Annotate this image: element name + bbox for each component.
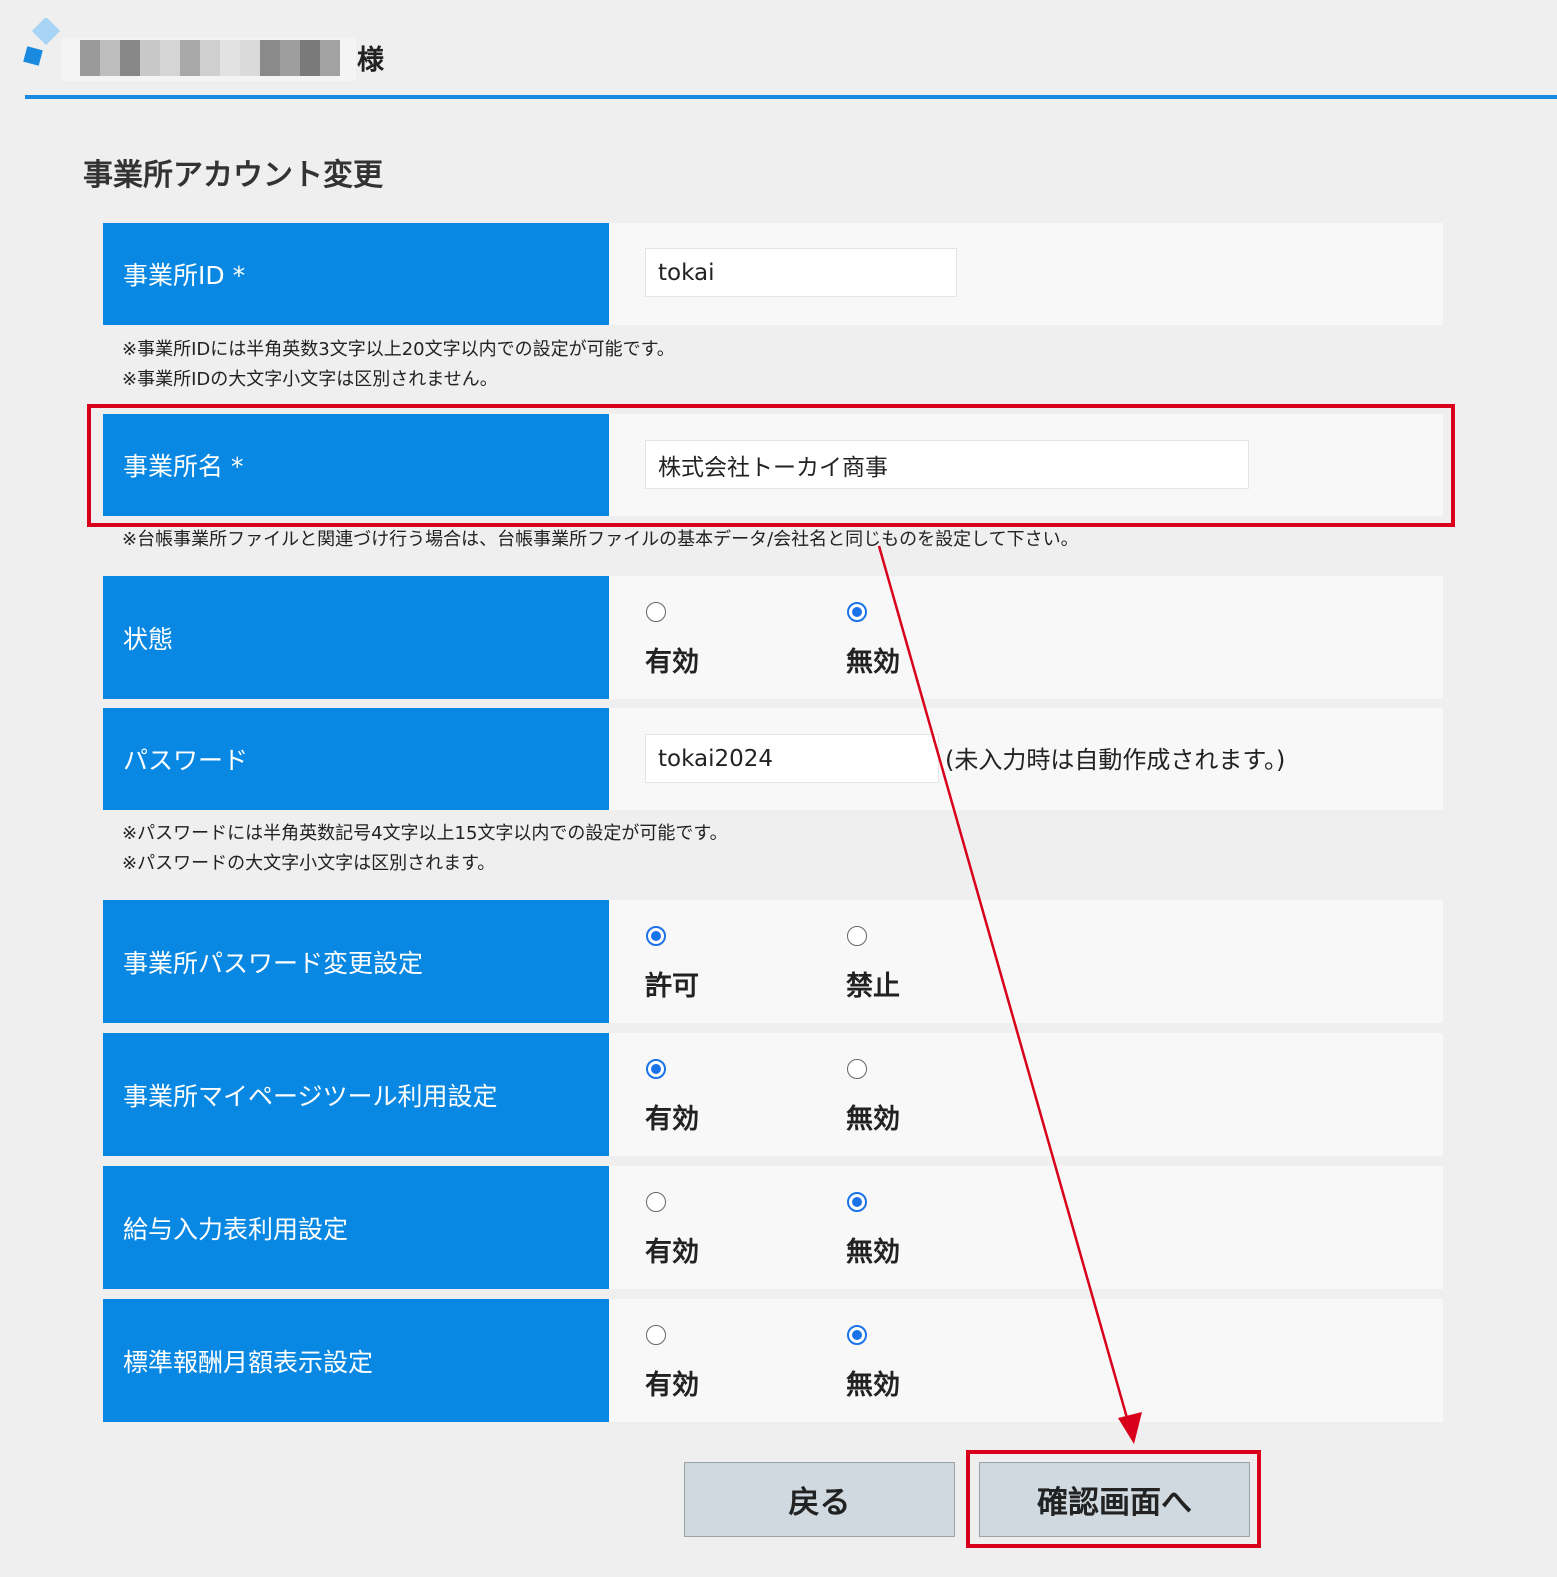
annotation-arrow-icon (877, 545, 1142, 1444)
